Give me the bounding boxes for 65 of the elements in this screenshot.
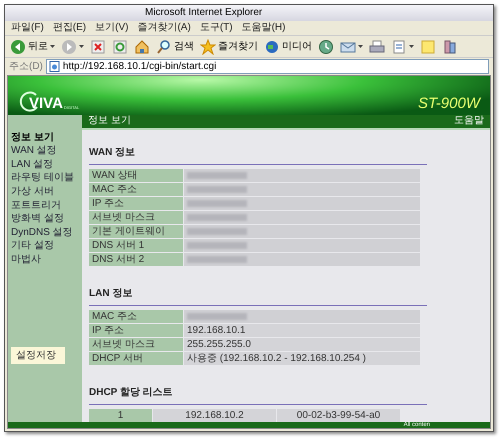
model-name: ST-900W xyxy=(418,96,480,111)
forward-icon xyxy=(61,38,77,54)
table-cell: 192.168.10.2 xyxy=(153,408,276,422)
menu-item[interactable]: 도움말(H) xyxy=(242,23,286,33)
sidebar-item[interactable]: 정보 보기 xyxy=(11,130,82,144)
menu-item[interactable]: 도구(T) xyxy=(200,23,233,33)
stop-icon xyxy=(90,38,106,54)
caret-icon xyxy=(358,45,363,48)
page-title: 정보 보기 xyxy=(88,116,131,126)
field-label: DHCP 서버 xyxy=(89,352,183,365)
field-label: WAN 상태 xyxy=(89,168,183,182)
home-icon xyxy=(134,38,150,54)
field-label: IP 주소 xyxy=(89,196,183,210)
field-value: 255.255.255.0 xyxy=(184,338,420,351)
star-icon xyxy=(200,38,216,54)
back-icon xyxy=(10,38,26,54)
page-icon xyxy=(48,61,60,72)
save-button[interactable]: 설정저장 xyxy=(11,346,65,364)
sidebar-item[interactable]: 방화벽 설정 xyxy=(11,212,82,226)
caret-icon xyxy=(79,45,84,48)
logo-text: VIVA xyxy=(29,96,63,111)
clock-icon xyxy=(318,38,334,54)
field-label: 기본 게이트웨이 xyxy=(89,224,183,238)
sidebar-item[interactable]: 포트트리거 xyxy=(11,198,82,212)
section-title: LAN 정보 xyxy=(89,288,132,299)
section-title: WAN 정보 xyxy=(89,146,136,158)
field-label: DNS 서버 1 xyxy=(89,238,183,252)
address-field[interactable]: http://192.168.10.1/cgi-bin/start.cgi xyxy=(46,59,489,74)
field-label: MAC 주소 xyxy=(89,182,183,196)
sidebar-item[interactable]: LAN 설정 xyxy=(11,158,82,172)
field-value: 사용중 (192.168.10.2 - 192.168.10.254 ) xyxy=(184,352,420,365)
sidebar-item[interactable]: 가상 서버 xyxy=(11,185,82,199)
field-label: DNS 서버 2 xyxy=(89,252,183,266)
toolbar-button[interactable]: 즐겨찾기 xyxy=(199,36,259,56)
sidebar-item[interactable]: 마법사 xyxy=(11,253,82,267)
caret-icon xyxy=(409,45,414,48)
field-value: 192.168.10.1 xyxy=(184,324,420,337)
field-label: IP 주소 xyxy=(89,324,183,337)
section-title: DHCP 할당 리스트 xyxy=(89,386,173,398)
note-icon xyxy=(420,38,436,54)
refresh-icon xyxy=(112,38,128,54)
address-label: 주소(D) xyxy=(9,62,43,72)
field-label: MAC 주소 xyxy=(89,310,183,323)
sidebar-item[interactable]: WAN 설정 xyxy=(11,144,82,158)
toolbar-button[interactable]: 뒤로 xyxy=(9,36,56,56)
sidebar-item[interactable]: 라우팅 테이블 xyxy=(11,171,82,186)
globe-icon xyxy=(264,38,280,54)
menu-item[interactable]: 보기(V) xyxy=(95,23,128,33)
field-label: 서브넷 마스크 xyxy=(89,210,183,224)
sidebar-item[interactable]: 기타 설정 xyxy=(11,239,82,254)
menu-item[interactable]: 파일(F) xyxy=(11,23,44,33)
printer-icon xyxy=(369,38,385,54)
document-icon xyxy=(391,38,407,54)
caret-icon xyxy=(50,45,55,48)
help-link[interactable]: 도움말 xyxy=(454,116,484,126)
menu-item[interactable]: 편집(E) xyxy=(52,23,86,33)
search-icon xyxy=(156,38,172,54)
table-cell: 00-02-b3-99-54-a0 xyxy=(277,408,400,422)
toolbar-button[interactable]: 검색 xyxy=(155,36,195,56)
toolbar-button[interactable]: 미디어 xyxy=(263,36,313,56)
window-title: Microsoft Internet Explorer xyxy=(145,8,262,18)
table-cell: 1 xyxy=(89,408,152,422)
menu-item[interactable]: 즐겨찾기(A) xyxy=(137,23,191,33)
field-label: 서브넷 마스크 xyxy=(89,338,183,351)
sidebar-item[interactable]: DynDNS 설정 xyxy=(11,226,82,240)
